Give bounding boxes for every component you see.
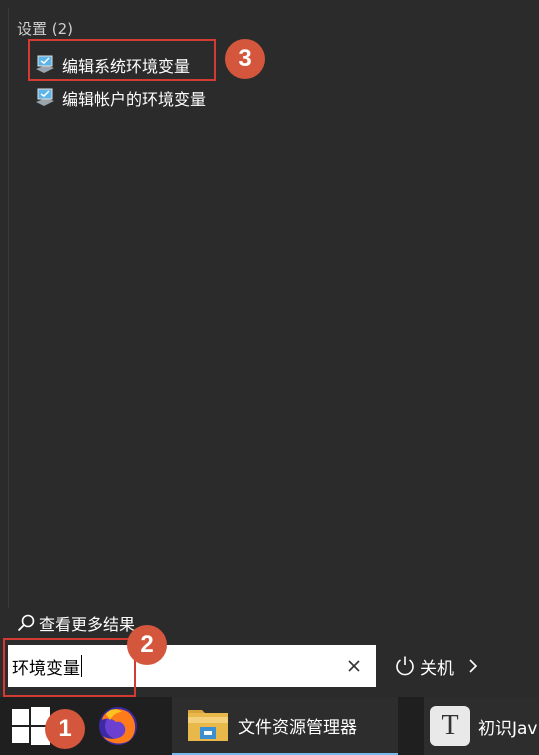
more-results-label: 查看更多结果 xyxy=(39,615,136,634)
taskbar-file-explorer[interactable]: 文件资源管理器 xyxy=(172,697,398,755)
power-icon xyxy=(396,656,414,676)
highlight-box-3 xyxy=(28,39,216,81)
step-badge-1: 1 xyxy=(45,709,85,749)
power-label: 关机 xyxy=(420,658,454,679)
clear-search-button[interactable] xyxy=(342,654,366,678)
close-icon xyxy=(348,660,360,672)
taskbar-explorer-label: 文件资源管理器 xyxy=(238,717,357,738)
taskbar-typora[interactable]: T 初识Jav xyxy=(424,697,539,755)
settings-monitor-icon xyxy=(36,88,54,106)
step-badge-2: 2 xyxy=(127,625,167,665)
start-menu-panel: 设置 (2) 编辑系统环境变量 编辑帐户的环境变量 3 查看更多结果 环境变量 xyxy=(0,0,539,697)
step-badge-3: 3 xyxy=(225,39,265,79)
folder-icon xyxy=(188,710,228,741)
section-header-settings: 设置 (2) xyxy=(17,20,74,38)
power-button[interactable]: 关机 xyxy=(394,650,478,682)
typora-t-icon: T xyxy=(430,706,470,746)
taskbar: 1 文件资源管理器 T 初识Jav xyxy=(0,697,539,755)
result-edit-account-env[interactable]: 编辑帐户的环境变量 xyxy=(32,83,206,113)
more-results-link[interactable]: 查看更多结果 xyxy=(17,611,135,635)
search-icon xyxy=(17,614,35,632)
firefox-icon xyxy=(99,707,137,745)
taskbar-firefox[interactable] xyxy=(90,697,146,755)
chevron-right-icon xyxy=(469,659,478,673)
result-label: 编辑帐户的环境变量 xyxy=(62,90,207,109)
taskbar-typora-label: 初识Jav xyxy=(478,718,538,739)
highlight-box-2 xyxy=(3,638,136,697)
